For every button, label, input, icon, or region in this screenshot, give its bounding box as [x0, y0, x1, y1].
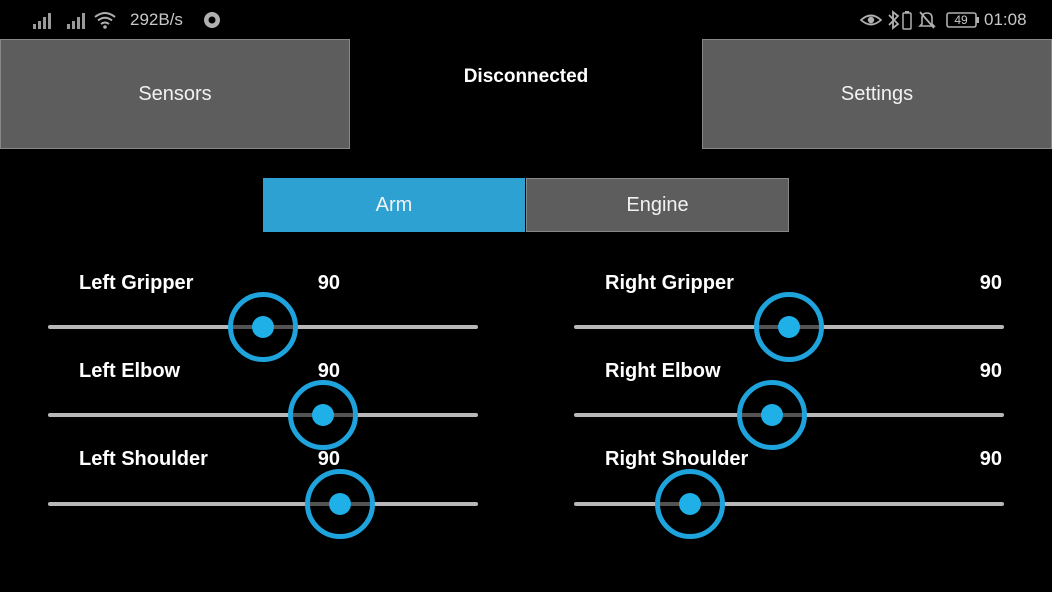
slider-thumb[interactable] [288, 380, 359, 450]
app-screen: 292B/s 49 01:08 Sensors Disconnected Set… [0, 0, 1052, 592]
slider-thumb-dot [760, 404, 783, 426]
slider-value: 90 [317, 448, 340, 470]
slider-thumb-dot [778, 316, 800, 338]
slider-label: Right Elbow [605, 360, 721, 382]
slider-thumb-dot [312, 404, 335, 426]
settings-button[interactable]: Settings [702, 39, 1052, 149]
tab-arm-label: Arm [375, 193, 413, 216]
battery-level: 49 [954, 13, 968, 27]
slider-thumb-dot [679, 493, 702, 515]
slider-track[interactable] [48, 469, 478, 539]
slider-thumb[interactable] [655, 469, 726, 539]
slider-value: 90 [979, 360, 1002, 382]
mute-bell-icon [918, 10, 936, 30]
slider-label: Left Gripper [79, 272, 194, 294]
wifi-icon [93, 10, 117, 30]
slider-value: 90 [317, 360, 340, 382]
slider-value: 90 [317, 272, 340, 294]
connection-status: Disconnected [463, 66, 589, 87]
slider-label: Right Shoulder [605, 448, 749, 470]
slider-label: Left Elbow [79, 360, 181, 382]
record-icon [203, 10, 221, 30]
sensors-button[interactable]: Sensors [0, 39, 350, 149]
slider-track[interactable] [48, 292, 478, 362]
signal-2-icon [66, 10, 86, 30]
sensors-button-label: Sensors [138, 82, 212, 105]
bluetooth-icon [887, 10, 901, 30]
tab-arm[interactable]: Arm [263, 178, 525, 232]
slider-thumb[interactable] [736, 380, 807, 450]
slider-value: 90 [979, 448, 1002, 470]
slider-thumb[interactable] [305, 469, 376, 539]
slider-track[interactable] [48, 380, 478, 450]
slider-track[interactable] [574, 292, 1004, 362]
slider-label: Right Gripper [605, 272, 734, 294]
slider-thumb-dot [329, 493, 352, 515]
slider-value: 90 [979, 272, 1002, 294]
net-speed: 292B/s [130, 10, 183, 29]
slider-label: Left Shoulder [79, 448, 208, 470]
settings-button-label: Settings [840, 82, 914, 105]
clock: 01:08 [984, 10, 1027, 29]
slider-track[interactable] [574, 380, 1004, 450]
battery-charging-icon [902, 10, 912, 30]
tab-engine[interactable]: Engine [526, 178, 789, 232]
status-bar: 292B/s 49 01:08 [0, 0, 1052, 40]
slider-thumb[interactable] [754, 292, 824, 362]
eye-icon [860, 10, 882, 30]
slider-thumb[interactable] [228, 292, 298, 362]
signal-1-icon [32, 10, 52, 30]
slider-track[interactable] [574, 469, 1004, 539]
tab-engine-label: Engine [626, 193, 689, 216]
slider-thumb-dot [252, 316, 274, 338]
